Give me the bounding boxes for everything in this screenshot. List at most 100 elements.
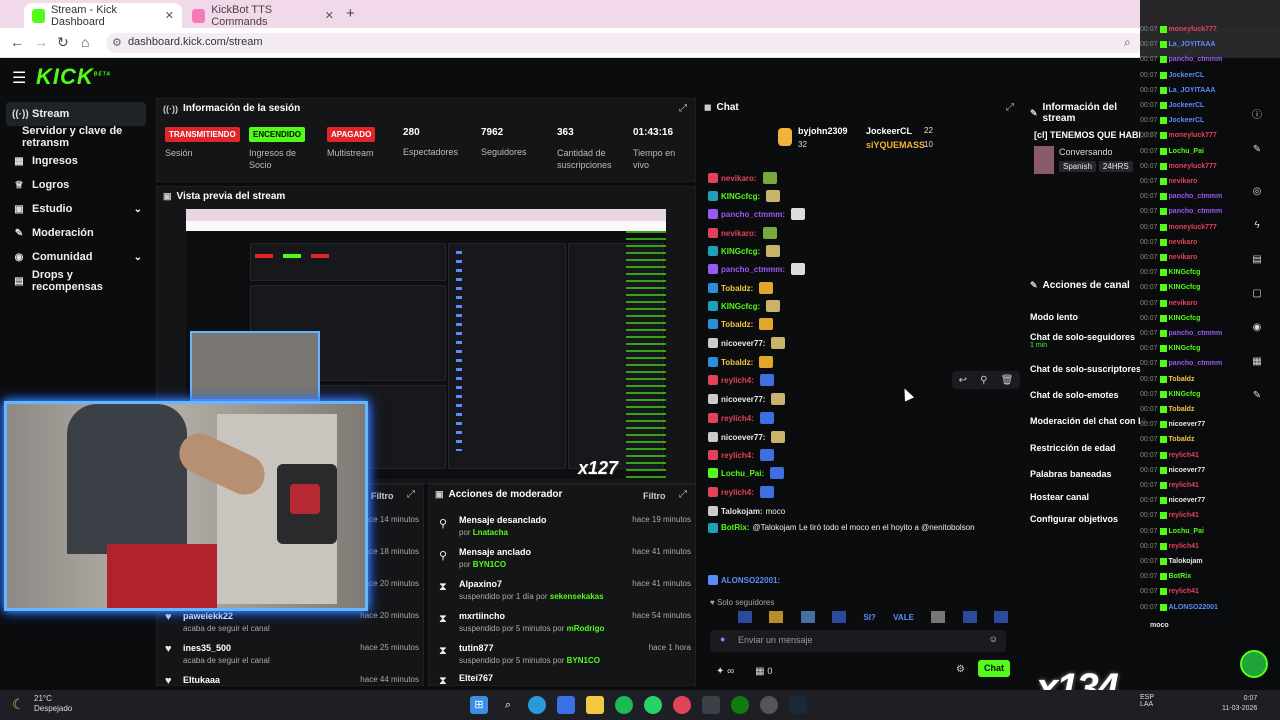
obs-icon[interactable]	[702, 696, 720, 714]
chat-username[interactable]: nevikaro:	[721, 174, 757, 183]
chat-username[interactable]: ALONSO22001:	[721, 576, 780, 585]
system-clock[interactable]: 0:07 11-03-2026	[1222, 694, 1257, 714]
chat-username[interactable]: pancho_ctmmm:	[721, 265, 785, 274]
tag[interactable]: 24HRS	[1098, 161, 1133, 172]
emote-icon[interactable]	[738, 611, 752, 623]
bank-icon[interactable]: ▦	[755, 666, 764, 677]
chat-message[interactable]: reylich4:	[708, 372, 774, 388]
list-icon[interactable]: ▤	[1250, 254, 1264, 268]
chat-username[interactable]: nicoever77:	[721, 395, 765, 404]
target-icon[interactable]: ◎	[1250, 186, 1264, 200]
emote-icon[interactable]	[931, 611, 946, 623]
chat-username[interactable]: Tobaldz:	[721, 284, 753, 293]
stack-icon[interactable]: ▦	[1250, 356, 1264, 370]
emote-label[interactable]: SI?	[863, 613, 875, 622]
chat-message[interactable]: nevikaro:	[708, 225, 777, 241]
chat-message[interactable]: reylich4:	[708, 447, 774, 463]
emoji-icon[interactable]: ☺	[989, 634, 998, 644]
emote-icon[interactable]	[962, 611, 977, 623]
pin-icon[interactable]: ⚲	[980, 375, 987, 386]
tab-close-icon[interactable]: ✕	[165, 9, 174, 22]
zoom-icon[interactable]: ⌕	[1124, 35, 1131, 50]
site-info-icon[interactable]: ⚙	[112, 36, 122, 49]
chat-message[interactable]: Tobaldz:	[708, 354, 774, 370]
mic-icon[interactable]: ●	[720, 634, 725, 644]
chat-username[interactable]: Tobaldz:	[721, 358, 753, 367]
expand-icon[interactable]: ⤢	[679, 103, 687, 114]
chat-message[interactable]: Tobaldz:	[708, 316, 774, 332]
chat-message[interactable]: Lochu_Pai:	[708, 465, 785, 481]
chat-input[interactable]: ● Enviar un mensaje ☺	[710, 630, 1006, 652]
emote-label[interactable]: VALE	[893, 613, 914, 622]
sidebar-item-moderacion[interactable]: ✎ Moderación	[6, 221, 146, 245]
chat-message[interactable]: pancho_ctmmm:	[708, 206, 806, 222]
chat-message[interactable]: nicoever77:	[708, 391, 786, 407]
chat-message[interactable]: nicoever77:	[708, 429, 786, 445]
expand-icon[interactable]: ⤢	[1006, 102, 1014, 113]
sidebar-item-drops[interactable]: ▤ Drops y recompensas	[6, 269, 146, 293]
chat-send-button[interactable]: Chat	[978, 660, 1010, 677]
chat-username[interactable]: reylich4:	[721, 488, 754, 497]
channel-action-item[interactable]: Configurar objetivos	[1030, 514, 1118, 524]
bolt-icon[interactable]: ϟ	[1250, 220, 1264, 234]
chat-username[interactable]: reylich4:	[721, 414, 754, 423]
chat-message[interactable]: nevikaro:	[708, 170, 777, 186]
chat-username[interactable]: KINGcfcg:	[721, 302, 760, 311]
chat-username[interactable]: Lochu_Pai:	[721, 469, 764, 478]
chat-message[interactable]: KINGcfcg:	[708, 298, 781, 314]
filter-button[interactable]: Filtro	[371, 491, 394, 501]
emote-icon[interactable]	[769, 611, 784, 623]
chat-bubble-icon[interactable]: ▢	[1250, 288, 1264, 302]
chat-username[interactable]: KINGcfcg:	[721, 192, 760, 201]
wrench-icon[interactable]: ✎	[1250, 390, 1264, 404]
chat-message[interactable]: nicoever77:	[708, 335, 786, 351]
broadcast-icon[interactable]: ◉	[1250, 322, 1264, 336]
address-bar[interactable]: ⚙ dashboard.kick.com/stream	[106, 33, 1146, 53]
chat-message[interactable]: reylich4:	[708, 484, 774, 500]
steam-icon[interactable]	[789, 696, 807, 714]
browser-tab-active[interactable]: Stream - Kick Dashboard ✕	[24, 3, 182, 28]
chat-message[interactable]: KINGcfcg:	[708, 188, 781, 204]
weather-widget[interactable]: 21°C Despejado	[34, 694, 72, 714]
expand-icon[interactable]: ⤢	[679, 489, 687, 500]
chat-username[interactable]: Tobaldz:	[721, 320, 753, 329]
search-icon[interactable]: ⌕	[499, 696, 517, 714]
filter-button[interactable]: Filtro	[643, 491, 666, 501]
headset-icon[interactable]	[1240, 650, 1268, 678]
chrome-icon[interactable]	[673, 696, 691, 714]
sidebar-item-estudio[interactable]: ▣ Estudio ⌄	[6, 197, 146, 221]
channel-action-item[interactable]: Palabras baneadas	[1030, 469, 1112, 479]
chat-message[interactable]: ALONSO22001:	[708, 572, 783, 588]
tab-close-icon[interactable]: ✕	[325, 9, 334, 22]
channel-action-item[interactable]: Chat de solo-suscriptores	[1030, 364, 1141, 374]
category-name[interactable]: Conversando	[1059, 147, 1113, 157]
expand-icon[interactable]: ⤢	[407, 489, 415, 500]
channel-action-item[interactable]: Restricción de edad	[1030, 443, 1116, 453]
chat-username[interactable]: KINGcfcg:	[721, 247, 760, 256]
channel-action-item[interactable]: Moderación del chat con IA	[1030, 416, 1147, 426]
delete-icon[interactable]: 🗑	[1001, 375, 1014, 386]
chat-username[interactable]: pancho_ctmmm:	[721, 210, 785, 219]
chat-message[interactable]: BotRix: @Talokojam Le tiró todo el moco e…	[708, 523, 1012, 551]
pencil-icon[interactable]: ✎	[1250, 144, 1264, 158]
home-icon[interactable]: ⌂	[81, 34, 89, 50]
language-indicator[interactable]: ESP LAA	[1140, 694, 1166, 708]
sidebar-item-stream[interactable]: ((·)) Stream	[6, 102, 146, 126]
reload-icon[interactable]: ↻	[57, 34, 69, 51]
channel-action-item[interactable]: Modo lento	[1030, 312, 1078, 322]
edge-icon[interactable]	[528, 696, 546, 714]
points-icon[interactable]: ✦	[716, 666, 724, 677]
menu-icon[interactable]: ☰	[12, 68, 26, 88]
category-thumbnail[interactable]	[1034, 146, 1054, 174]
whatsapp-icon[interactable]	[644, 696, 662, 714]
sidebar-item-ingresos[interactable]: ▦ Ingresos	[6, 149, 146, 173]
chat-username[interactable]: Talokojam:	[721, 507, 763, 516]
settings-icon[interactable]: ⚙	[956, 664, 965, 675]
emote-icon[interactable]	[993, 611, 1008, 623]
chat-username[interactable]: nevikaro:	[721, 229, 757, 238]
channel-action-item[interactable]: Hostear canal	[1030, 492, 1089, 502]
chat-message[interactable]: pancho_ctmmm:	[708, 261, 806, 277]
chat-username[interactable]: reylich4:	[721, 376, 754, 385]
chat-message[interactable]: Tobaldz:	[708, 280, 774, 296]
channel-action-item[interactable]: Chat de solo-emotes	[1030, 390, 1119, 400]
